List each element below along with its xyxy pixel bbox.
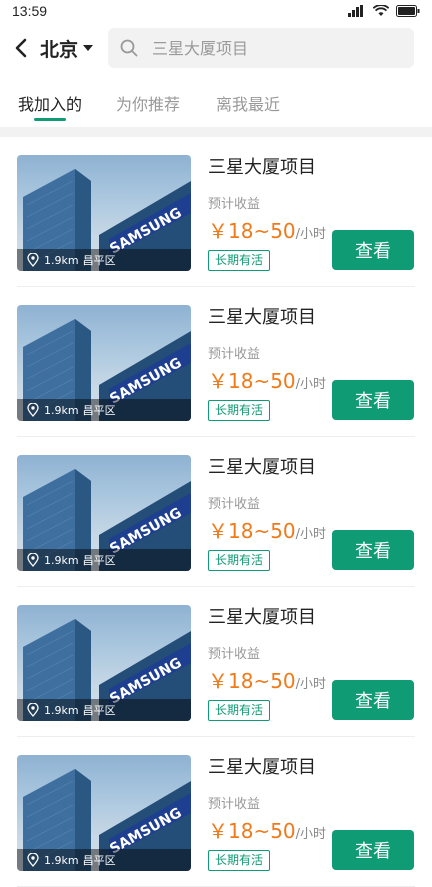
- city-selector[interactable]: 北京: [40, 34, 94, 62]
- price-value: ￥18~50: [208, 669, 296, 693]
- district-text: 昌平区: [82, 404, 116, 417]
- earnings-label: 预计收益: [208, 197, 261, 212]
- district-text: 昌平区: [82, 254, 116, 267]
- earnings-label: 预计收益: [208, 497, 261, 512]
- price-range: ￥18~50/小时: [208, 215, 326, 244]
- location-overlay: 1.9km 昌平区: [17, 399, 191, 421]
- signal-icon: [348, 5, 363, 17]
- battery-icon: [396, 5, 420, 17]
- job-card[interactable]: SAMSUNG 1.9km 昌平区 三星大厦项目 预计收益 ￥18~50/小时 …: [0, 737, 432, 887]
- earnings-label: 预计收益: [208, 647, 261, 662]
- price-unit: /小时: [295, 527, 327, 542]
- project-image: SAMSUNG 1.9km 昌平区: [17, 455, 191, 571]
- project-title: 三星大厦项目: [208, 307, 316, 328]
- price-unit: /小时: [295, 827, 327, 842]
- location-overlay: 1.9km 昌平区: [17, 849, 191, 871]
- distance-text: 1.9km: [44, 253, 79, 267]
- status-time: 13:59: [12, 3, 48, 19]
- price-unit: /小时: [295, 227, 327, 242]
- city-label: 北京: [40, 38, 79, 61]
- status-bar: 13:59: [0, 0, 432, 24]
- location-pin-icon: [27, 853, 39, 867]
- search-icon: [120, 39, 138, 57]
- distance-text: 1.9km: [44, 553, 79, 567]
- back-arrow-icon: [15, 38, 27, 58]
- earnings-label: 预计收益: [208, 797, 261, 812]
- tab-recommended[interactable]: 为你推荐: [116, 91, 180, 115]
- view-button[interactable]: 查看: [332, 680, 414, 720]
- district-text: 昌平区: [82, 854, 116, 867]
- location-pin-icon: [27, 703, 39, 717]
- price-range: ￥18~50/小时: [208, 815, 326, 844]
- location-overlay: 1.9km 昌平区: [17, 549, 191, 571]
- view-button[interactable]: 查看: [332, 530, 414, 570]
- price-value: ￥18~50: [208, 219, 296, 243]
- distance-text: 1.9km: [44, 703, 79, 717]
- view-button[interactable]: 查看: [332, 380, 414, 420]
- header: 北京: [0, 24, 432, 72]
- project-image: SAMSUNG 1.9km 昌平区: [17, 755, 191, 871]
- job-tag: 长期有活: [208, 700, 271, 721]
- price-unit: /小时: [295, 677, 327, 692]
- location-pin-icon: [27, 253, 39, 267]
- job-card[interactable]: SAMSUNG 1.9km 昌平区 三星大厦项目 预计收益 ￥18~50/小时 …: [0, 137, 432, 287]
- price-value: ￥18~50: [208, 819, 296, 843]
- section-divider: [0, 127, 432, 137]
- view-button[interactable]: 查看: [332, 230, 414, 270]
- tab-joined[interactable]: 我加入的: [18, 91, 82, 115]
- status-icons: [348, 5, 420, 17]
- price-unit: /小时: [295, 377, 327, 392]
- price-value: ￥18~50: [208, 369, 296, 393]
- price-range: ￥18~50/小时: [208, 365, 326, 394]
- location-overlay: 1.9km 昌平区: [17, 249, 191, 271]
- district-text: 昌平区: [82, 554, 116, 567]
- location-pin-icon: [27, 403, 39, 417]
- project-title: 三星大厦项目: [208, 457, 316, 478]
- job-card[interactable]: SAMSUNG 1.9km 昌平区 三星大厦项目 预计收益 ￥18~50/小时 …: [0, 587, 432, 737]
- project-image: SAMSUNG 1.9km 昌平区: [17, 305, 191, 421]
- wifi-icon: [373, 5, 389, 16]
- search-input[interactable]: [150, 37, 404, 59]
- price-range: ￥18~50/小时: [208, 665, 326, 694]
- district-text: 昌平区: [82, 704, 116, 717]
- tab-bar: 我加入的 为你推荐 离我最近: [0, 80, 432, 124]
- price-value: ￥18~50: [208, 519, 296, 543]
- job-card[interactable]: SAMSUNG 1.9km 昌平区 三星大厦项目 预计收益 ￥18~50/小时 …: [0, 437, 432, 587]
- project-title: 三星大厦项目: [208, 157, 316, 178]
- tab-active-indicator: [34, 118, 66, 121]
- distance-text: 1.9km: [44, 403, 79, 417]
- job-tag: 长期有活: [208, 550, 271, 571]
- job-card[interactable]: SAMSUNG 1.9km 昌平区 三星大厦项目 预计收益 ￥18~50/小时 …: [0, 287, 432, 437]
- project-image: SAMSUNG 1.9km 昌平区: [17, 605, 191, 721]
- job-tag: 长期有活: [208, 250, 271, 271]
- earnings-label: 预计收益: [208, 347, 261, 362]
- back-button[interactable]: [12, 35, 32, 61]
- location-pin-icon: [27, 553, 39, 567]
- price-range: ￥18~50/小时: [208, 515, 326, 544]
- search-box[interactable]: [108, 28, 414, 68]
- tab-nearby[interactable]: 离我最近: [216, 91, 280, 115]
- location-overlay: 1.9km 昌平区: [17, 699, 191, 721]
- job-tag: 长期有活: [208, 400, 271, 421]
- project-image: SAMSUNG 1.9km 昌平区: [17, 155, 191, 271]
- caret-down-icon: [83, 45, 94, 51]
- job-tag: 长期有活: [208, 850, 271, 871]
- project-title: 三星大厦项目: [208, 607, 316, 628]
- view-button[interactable]: 查看: [332, 830, 414, 870]
- distance-text: 1.9km: [44, 853, 79, 867]
- project-title: 三星大厦项目: [208, 757, 316, 778]
